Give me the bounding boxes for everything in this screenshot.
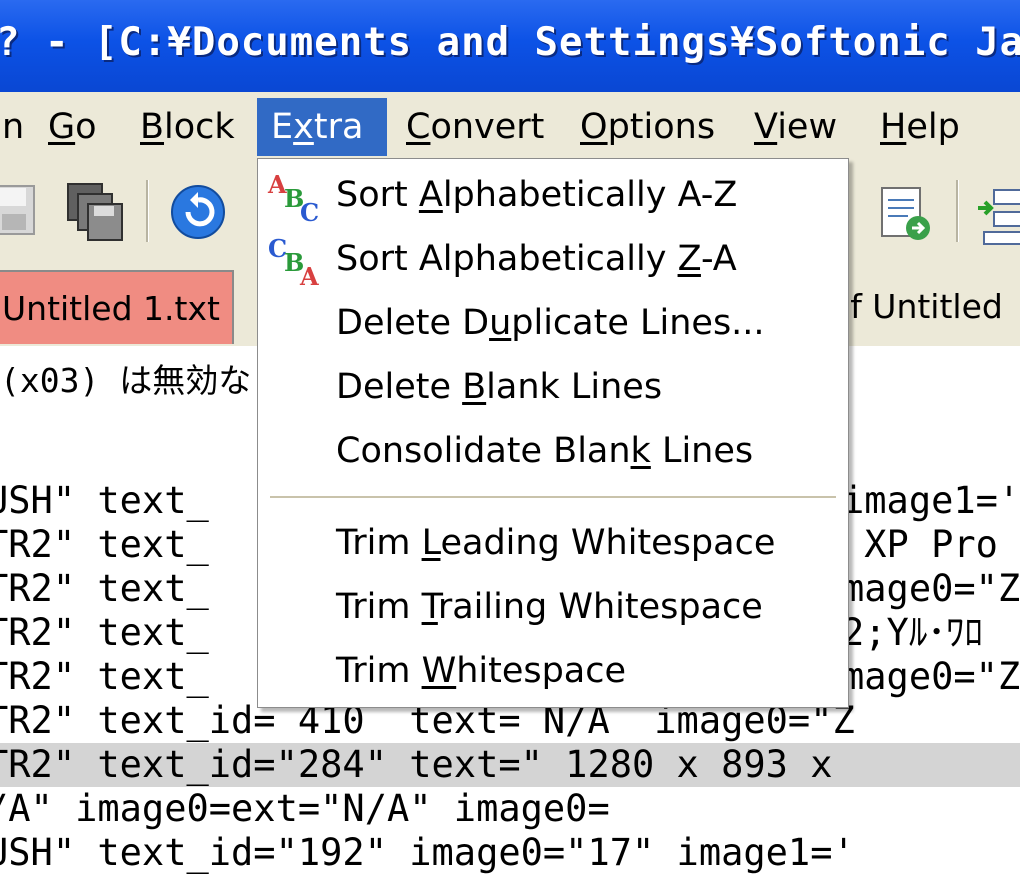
code-fragment: 2;Yﾙ･ﾜﾛ xyxy=(842,611,983,654)
code-line: TR2" text_ xyxy=(0,523,209,566)
code-fragment: mage0="Z xyxy=(842,567,1020,610)
menu-sort-a-z[interactable]: A B C Sort Alphabetically A-Z xyxy=(258,163,848,227)
menu-convert[interactable]: Convert xyxy=(392,98,558,156)
svg-text:C: C xyxy=(300,198,319,223)
menu-consolidate-blank-lines[interactable]: Consolidate Blank Lines xyxy=(258,419,848,483)
svg-text:A: A xyxy=(299,262,319,287)
menu-view[interactable]: View xyxy=(740,98,851,156)
menu-trim-leading-whitespace[interactable]: Trim Leading Whitespace xyxy=(258,511,848,575)
menu-go[interactable]: Go xyxy=(34,98,111,156)
tab-untitled-other[interactable]: of Untitled xyxy=(830,270,1020,344)
toolbar-separator xyxy=(956,180,959,242)
code-line: /A" image0=ext="N/A" image0= xyxy=(0,787,610,830)
menu-block[interactable]: Block xyxy=(126,98,249,156)
menu-extra[interactable]: Extra xyxy=(257,98,387,156)
menu-sort-z-a[interactable]: C B A Sort Alphabetically Z-A xyxy=(258,227,848,291)
menu-delete-duplicate-lines[interactable]: Delete Duplicate Lines... xyxy=(258,291,848,355)
save-all-icon[interactable] xyxy=(66,182,126,242)
code-line-highlighted: TR2" text_id="284" text=" 1280 x 893 x xyxy=(0,743,1020,787)
tab-untitled-1[interactable]: Untitled 1.txt xyxy=(0,270,234,344)
toolbar-separator xyxy=(146,180,149,242)
code-fragment: image1=' xyxy=(842,479,1020,522)
sort-az-icon: A B C xyxy=(267,170,319,223)
menu-separator xyxy=(270,496,836,498)
menu-file-partial[interactable]: n xyxy=(0,98,38,156)
document-icon[interactable] xyxy=(876,186,936,246)
menu-bar: n Go Block Extra Convert Options View He… xyxy=(0,92,1020,160)
code-fragment: XP Pro xyxy=(842,523,998,566)
code-line: USH" text_ xyxy=(0,479,209,522)
sort-za-icon: C B A xyxy=(268,234,319,287)
menu-delete-blank-lines[interactable]: Delete Blank Lines xyxy=(258,355,848,419)
menu-options[interactable]: Options xyxy=(566,98,729,156)
extra-dropdown-menu: A B C Sort Alphabetically A-Z C B A Sort… xyxy=(257,158,849,708)
title-bar: ? - [C:¥Documents and Settings¥Softonic … xyxy=(0,0,1020,92)
menu-trim-whitespace[interactable]: Trim Whitespace xyxy=(258,639,848,703)
indent-icon[interactable] xyxy=(978,186,1020,246)
code-line: USH" text_id="192" image0="17" image1=' xyxy=(0,831,855,874)
code-line: TR2" text_ xyxy=(0,567,209,610)
menu-trim-trailing-whitespace[interactable]: Trim Trailing Whitespace xyxy=(258,575,848,639)
code-line: TR2" text_ xyxy=(0,655,209,698)
code-line: TR2" text_ xyxy=(0,611,209,654)
window-title: ? - [C:¥Documents and Settings¥Softonic … xyxy=(0,20,1020,65)
save-icon[interactable] xyxy=(0,182,38,240)
menu-help[interactable]: Help xyxy=(866,98,974,156)
undo-icon[interactable] xyxy=(170,184,228,242)
code-fragment: mage0="Z xyxy=(842,655,1020,698)
message-line: (x03) は無効な xyxy=(0,361,252,400)
